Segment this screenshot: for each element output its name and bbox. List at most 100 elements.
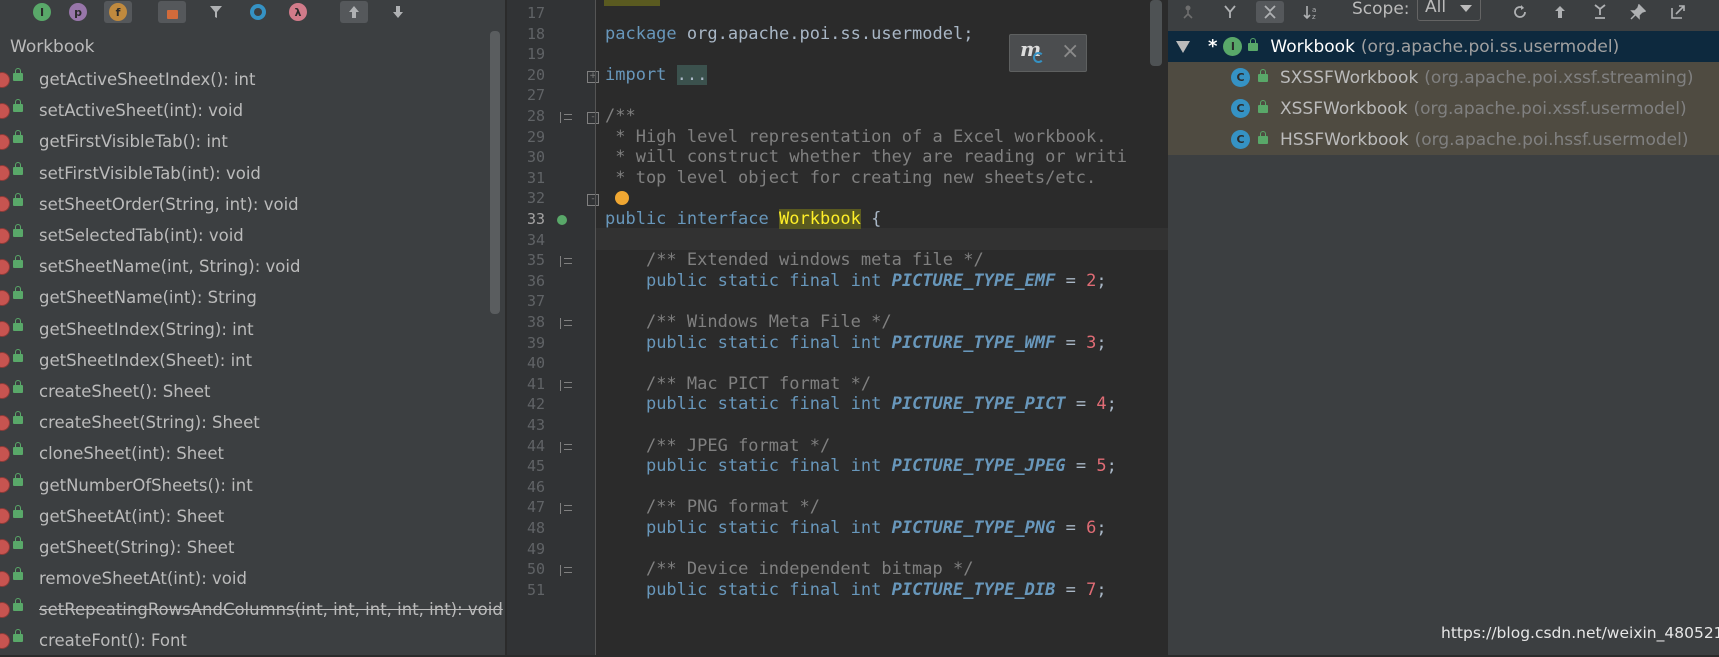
code-line[interactable]: /** bbox=[605, 106, 636, 126]
lambda-icon[interactable]: λ bbox=[284, 1, 312, 23]
public-lock-icon bbox=[13, 99, 23, 113]
code-line[interactable]: public static final int PICTURE_TYPE_WMF… bbox=[605, 333, 1107, 353]
doc-comment-icon[interactable] bbox=[560, 379, 572, 391]
code-line[interactable]: /** Windows Meta File */ bbox=[605, 312, 892, 332]
line-number: 38 bbox=[526, 313, 545, 331]
structure-panel: I p f λ Workbook getActiveSheetIndex(): … bbox=[0, 0, 505, 655]
member-item[interactable]: getSheetName(int): String bbox=[0, 282, 495, 313]
implemented-gutter-icon[interactable] bbox=[557, 215, 567, 225]
method-icon bbox=[0, 133, 10, 150]
collapse-icon[interactable] bbox=[1586, 1, 1614, 23]
doc-comment-icon[interactable] bbox=[560, 256, 572, 268]
line-number: 28 bbox=[526, 107, 545, 125]
fold-placeholder bbox=[604, 0, 660, 6]
sort-alpha-icon[interactable]: az bbox=[1298, 1, 1326, 23]
sort-up-icon[interactable] bbox=[340, 1, 368, 23]
maven-reload-icon[interactable]: m bbox=[1018, 37, 1048, 67]
code-line[interactable]: public static final int PICTURE_TYPE_JPE… bbox=[605, 456, 1117, 476]
doc-comment-icon[interactable] bbox=[560, 565, 572, 577]
supertypes-icon[interactable] bbox=[1174, 1, 1202, 23]
code-line[interactable]: * High level representation of a Excel w… bbox=[605, 127, 1106, 147]
member-item[interactable]: getSheetIndex(String): int bbox=[0, 314, 495, 345]
close-icon[interactable]: × bbox=[1061, 39, 1079, 64]
code-editor[interactable]: 17 18 19 20 +27 28-29 30 31 32-33 34 35 36 37 38 39 40 4… bbox=[507, 0, 1168, 655]
member-item[interactable]: getNumberOfSheets(): int bbox=[0, 469, 495, 500]
svg-text:z: z bbox=[1312, 13, 1316, 20]
lock-icon[interactable] bbox=[158, 1, 186, 23]
doc-comment-icon[interactable] bbox=[560, 318, 572, 329]
fold-toggle-icon[interactable]: - bbox=[587, 194, 599, 207]
member-item[interactable]: getSheet(String): Sheet bbox=[0, 532, 495, 563]
member-item[interactable]: setSelectedTab(int): void bbox=[0, 220, 495, 251]
editor-scrollbar[interactable] bbox=[1150, 0, 1162, 66]
code-line[interactable]: import ... bbox=[605, 64, 708, 85]
doc-comment-icon[interactable] bbox=[560, 112, 572, 123]
doc-comment-icon[interactable] bbox=[560, 441, 572, 453]
sort-down-icon[interactable] bbox=[384, 1, 412, 23]
hierarchy-child-row[interactable]: C XSSFWorkbook (org.apache.poi.xssf.usermo… bbox=[1168, 93, 1719, 124]
fold-toggle-icon[interactable]: - bbox=[587, 112, 599, 124]
doc-comment-icon[interactable] bbox=[560, 503, 572, 515]
member-item[interactable]: createSheet(): Sheet bbox=[0, 376, 495, 407]
hierarchy-toolbar: az Scope: All bbox=[1168, 0, 1719, 30]
hierarchy-child-row[interactable]: C HSSFWorkbook (org.apache.poi.hssf.usermo… bbox=[1168, 124, 1719, 155]
public-lock-icon bbox=[13, 68, 23, 81]
anonymous-icon[interactable] bbox=[244, 1, 272, 23]
member-item[interactable]: createFont(): Font bbox=[0, 625, 495, 656]
member-item[interactable]: setSheetOrder(String, int): void bbox=[0, 189, 495, 220]
type-hierarchy-icon[interactable] bbox=[1256, 1, 1284, 23]
field-f-icon[interactable]: f bbox=[104, 1, 132, 23]
member-item[interactable]: getActiveSheetIndex(): int bbox=[0, 64, 495, 95]
line-number: 27 bbox=[526, 86, 545, 105]
export-icon[interactable] bbox=[1546, 1, 1574, 23]
member-item[interactable]: cloneSheet(int): Sheet bbox=[0, 438, 495, 469]
member-item[interactable]: setActiveSheet(int): void bbox=[0, 95, 495, 126]
tree-expand-icon[interactable] bbox=[1176, 40, 1190, 53]
method-icon bbox=[0, 102, 10, 119]
subtypes-icon[interactable] bbox=[1216, 1, 1244, 23]
member-item[interactable]: getSheetAt(int): Sheet bbox=[0, 501, 495, 532]
code-line[interactable]: public static final int PICTURE_TYPE_DIB… bbox=[605, 580, 1107, 600]
member-item[interactable]: getSheetIndex(Sheet): int bbox=[0, 345, 495, 376]
line-number: 18 bbox=[526, 24, 545, 43]
code-line[interactable]: /** Mac PICT format */ bbox=[605, 374, 871, 394]
refresh-icon[interactable] bbox=[1506, 1, 1534, 23]
line-number: 45 bbox=[526, 457, 545, 476]
member-item[interactable]: createSheet(String): Sheet bbox=[0, 407, 495, 438]
public-lock-icon bbox=[13, 317, 23, 331]
member-item[interactable]: setSheetName(int, String): void bbox=[0, 251, 495, 282]
line-number: 37 bbox=[526, 292, 545, 311]
lightbulb-icon[interactable] bbox=[615, 191, 629, 206]
maven-reload-popup[interactable]: m × bbox=[1009, 34, 1087, 72]
member-item[interactable]: getFirstVisibleTab(): int bbox=[0, 126, 495, 157]
member-item[interactable]: removeSheetAt(int): void bbox=[0, 563, 495, 594]
member-item[interactable]: setRepeatingRowsAndColumns(int, int, int… bbox=[0, 594, 503, 625]
code-line[interactable]: * will construct whether they are readin… bbox=[605, 147, 1127, 167]
public-lock-icon bbox=[13, 130, 23, 144]
open-external-icon[interactable] bbox=[1664, 1, 1692, 23]
method-icon bbox=[0, 227, 10, 244]
code-line[interactable]: public static final int PICTURE_TYPE_EMF… bbox=[605, 271, 1107, 291]
inherited-i-icon[interactable]: I bbox=[28, 1, 56, 23]
chevron-down-icon bbox=[1460, 5, 1472, 12]
member-label: setSelectedTab(int): void bbox=[39, 226, 244, 246]
code-line[interactable]: /** JPEG format */ bbox=[605, 436, 830, 456]
filter-icon[interactable] bbox=[202, 1, 230, 23]
member-label: getFirstVisibleTab(): int bbox=[39, 132, 228, 152]
fold-toggle-icon[interactable]: + bbox=[587, 70, 599, 83]
code-line[interactable]: /** Device independent bitmap */ bbox=[605, 559, 974, 579]
code-line[interactable]: /** Extended windows meta file */ bbox=[605, 250, 984, 270]
code-line[interactable]: * top level object for creating new shee… bbox=[605, 168, 1096, 188]
code-line[interactable]: public static final int PICTURE_TYPE_PIC… bbox=[605, 394, 1117, 414]
code-line[interactable]: /** PNG format */ bbox=[605, 497, 820, 517]
scope-dropdown[interactable]: All bbox=[1417, 0, 1481, 21]
structure-scrollbar[interactable] bbox=[490, 31, 500, 314]
member-item[interactable]: setFirstVisibleTab(int): void bbox=[0, 158, 495, 189]
hierarchy-child-row[interactable]: C SXSSFWorkbook (org.apache.poi.xssf.strea… bbox=[1168, 62, 1719, 93]
code-line[interactable]: public static final int PICTURE_TYPE_PNG… bbox=[605, 518, 1107, 538]
pin-icon[interactable] bbox=[1624, 1, 1652, 23]
code-line[interactable]: package org.apache.poi.ss.usermodel; bbox=[605, 24, 973, 44]
code-line[interactable]: public interface Workbook { bbox=[605, 209, 881, 229]
property-p-icon[interactable]: p bbox=[64, 1, 92, 23]
hierarchy-root-row[interactable]: * I Workbook (org.apache.poi.ss.usermode… bbox=[1168, 31, 1719, 62]
